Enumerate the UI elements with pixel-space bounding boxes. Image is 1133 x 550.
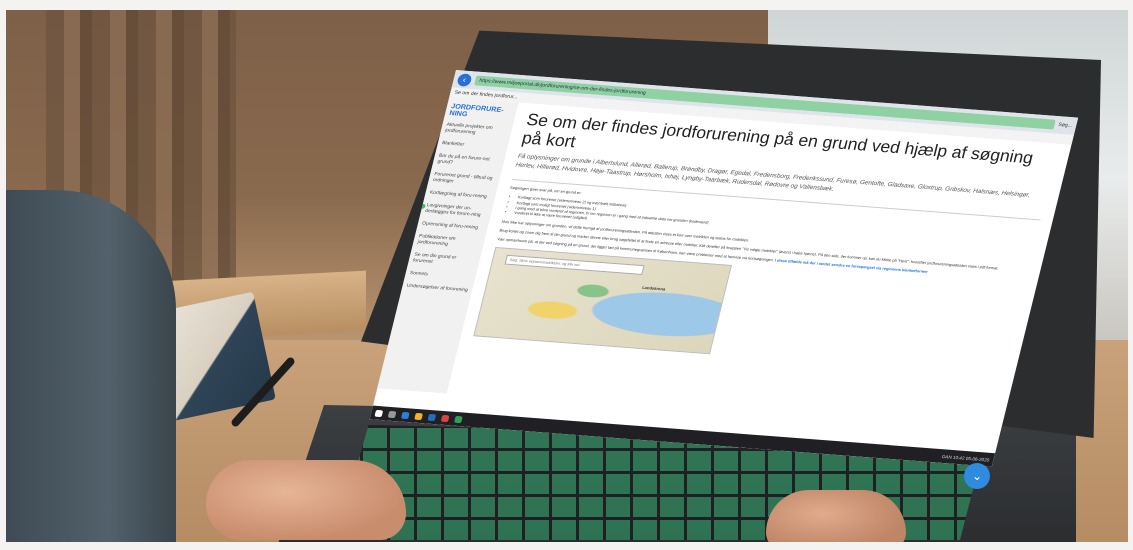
sidebar-item[interactable]: Forurenet grund - tilbud og ordninger xyxy=(432,172,496,188)
arrow-left-icon[interactable]: ‹ xyxy=(456,72,473,87)
sidebar-item-active[interactable]: Lovgivninger der un-derlægges for forure… xyxy=(424,203,488,219)
search-icon[interactable] xyxy=(387,410,397,418)
right-hand xyxy=(766,490,906,542)
sidebar-item[interactable]: Kortlægning af foru-rening xyxy=(429,190,492,200)
folder-icon[interactable] xyxy=(414,412,424,420)
main-content: Se om der findes jordforurening på en gr… xyxy=(447,102,1072,435)
excel-icon[interactable] xyxy=(454,415,463,423)
sidebar-item[interactable]: Sonnets xyxy=(409,271,472,281)
map-place-label: Landskrona xyxy=(641,284,667,292)
sidebar-item[interactable]: Undersøgelser af forurening xyxy=(406,283,469,293)
outlook-icon[interactable] xyxy=(427,413,437,421)
map-search-input[interactable]: Søg: Skriv vejnavn/matrikelnr. og klik i… xyxy=(504,254,645,275)
person-arm xyxy=(6,190,176,542)
sidebar-item[interactable]: Bor du på en forure-net grund? xyxy=(437,154,501,170)
sidebar-item[interactable]: Oprensning af foru-rening xyxy=(421,221,484,231)
sidebar-item[interactable]: Se om din grund er forurenet xyxy=(412,252,476,268)
sidebar-item[interactable]: Publikationer om jordforurening xyxy=(417,234,481,250)
sidebar-title[interactable]: JORDFORURE-NING xyxy=(449,103,514,121)
app-icon[interactable] xyxy=(440,414,450,422)
edge-icon[interactable] xyxy=(401,411,410,419)
chevron-double-down-icon[interactable]: ⌄ xyxy=(964,463,990,489)
windows-start-icon[interactable] xyxy=(374,409,384,417)
photo-scene: ‹ https://www.miljoeportal.dk/jordforure… xyxy=(6,10,1128,542)
browser-search[interactable]: Søg... xyxy=(1058,122,1073,129)
page-layout: JORDFORURE-NING Aktuelle projekter om jo… xyxy=(377,97,1071,436)
laptop-screen: ‹ https://www.miljoeportal.dk/jordforure… xyxy=(369,70,1079,467)
left-hand xyxy=(206,460,406,540)
sidebar-item[interactable]: Aktuelle projekter om jordforurening xyxy=(444,123,508,139)
system-tray: DAN 10:42 05-06-2020 xyxy=(941,453,990,463)
map-widget[interactable]: Søg: Skriv vejnavn/matrikelnr. og klik i… xyxy=(473,246,733,354)
sidebar-item[interactable]: Blanketter xyxy=(441,141,504,151)
